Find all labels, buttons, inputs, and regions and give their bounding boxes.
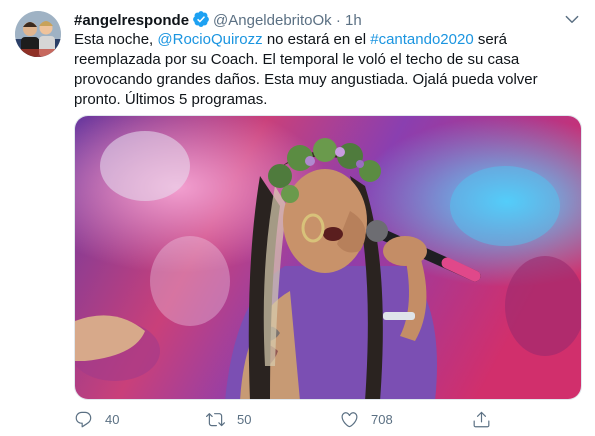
share-icon bbox=[473, 411, 490, 428]
separator-dot: · bbox=[335, 12, 341, 29]
tweet-text-segment: Esta noche, bbox=[74, 31, 158, 48]
photo-of-singer-with-microphone-icon bbox=[75, 116, 581, 399]
like-count: 708 bbox=[371, 412, 393, 427]
timestamp[interactable]: 1h bbox=[345, 12, 362, 29]
mention-link[interactable]: @RocioQuirozz bbox=[157, 31, 262, 48]
handle[interactable]: @AngeldebritoOk bbox=[213, 12, 332, 29]
retweet-icon bbox=[206, 413, 225, 427]
like-button[interactable]: 708 bbox=[340, 410, 393, 429]
tweet-text: Esta noche, @RocioQuirozz no estará en e… bbox=[74, 30, 579, 110]
reply-count: 40 bbox=[105, 412, 120, 427]
reply-button[interactable]: 40 bbox=[74, 410, 119, 429]
tweet-card[interactable]: #angelresponde @AngeldebritoOk · 1h Esta … bbox=[0, 0, 595, 436]
hashtag-link[interactable]: #cantando2020 bbox=[370, 31, 473, 48]
heart-icon bbox=[341, 412, 358, 428]
reply-icon bbox=[75, 411, 92, 428]
avatar[interactable] bbox=[15, 11, 61, 57]
display-name[interactable]: #angelresponde bbox=[74, 12, 189, 29]
more-options-chevron-down-icon[interactable] bbox=[563, 10, 581, 28]
retweet-count: 50 bbox=[237, 412, 252, 427]
tweet-photo[interactable] bbox=[74, 115, 582, 400]
tweet-actions: 40 50 708 bbox=[74, 410, 582, 434]
share-button[interactable] bbox=[472, 410, 503, 429]
avatar-image bbox=[15, 11, 61, 57]
tweet-text-segment: no estará en el bbox=[262, 31, 371, 48]
retweet-button[interactable]: 50 bbox=[206, 410, 251, 429]
